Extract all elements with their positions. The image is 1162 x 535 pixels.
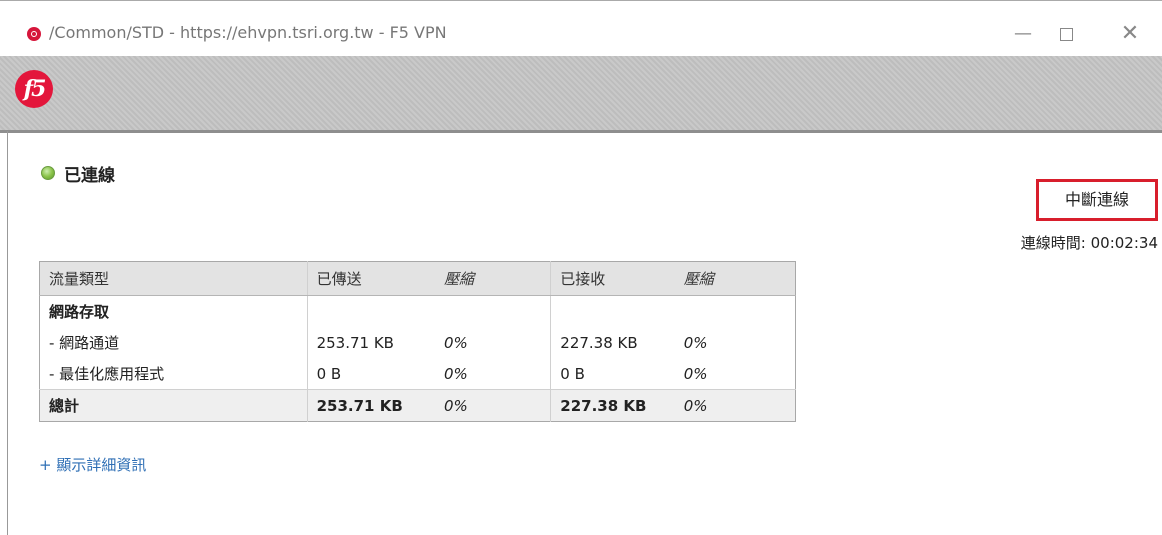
header-traffic-type: 流量類型 [39,261,308,296]
row-sent-compression [435,296,551,328]
total-sent: 253.71 KB [306,389,435,422]
traffic-table: 流量類型 已傳送 壓縮 已接收 壓縮 網路存取 - 網路通道 253.71 KB… [39,261,796,422]
row-sent-compression: 0% [444,333,468,352]
maximize-icon [1059,27,1073,41]
row-received-compression: 0% [683,333,708,352]
row-sent: 0 B [306,358,435,390]
row-type: - 網路通道 [49,334,120,352]
connection-time: 連線時間: 00:02:34 [1020,234,1158,252]
row-received: 0 B [550,358,675,390]
header-banner [0,56,1162,133]
row-received-compression: 0% [683,364,708,383]
table-row: - 最佳化應用程式 0 B 0% 0 B 0% [40,358,796,390]
disconnect-button[interactable]: 中斷連線 [1036,179,1158,221]
total-received: 227.38 KB [550,389,675,422]
total-received-compression: 0% [674,389,796,422]
row-received-compression [675,296,796,328]
f5-logo: f5 [15,70,53,108]
row-sent [306,295,435,327]
content-border [7,131,8,535]
minimize-button[interactable]: — [1003,19,1043,49]
table-row: 網路存取 [40,295,796,328]
row-received: 227.38 KB [550,327,675,358]
total-label: 總計 [39,389,308,422]
header-received-compression: 壓縮 [674,261,796,296]
row-sent: 253.71 KB [306,327,435,358]
table-header-row: 流量類型 已傳送 壓縮 已接收 壓縮 [39,261,796,296]
header-sent-compression: 壓縮 [435,261,551,296]
total-sent-compression: 0% [435,389,551,422]
header-received: 已接收 [550,261,675,296]
table-row: - 網路通道 253.71 KB 0% 227.38 KB 0% [40,327,796,358]
connected-status-icon [41,166,55,180]
row-type: 網路存取 [49,303,110,321]
show-details-link[interactable]: + 顯示詳細資訊 [39,454,146,475]
row-sent-compression: 0% [444,364,468,383]
f5-app-icon [27,27,41,41]
table-total-row: 總計 253.71 KB 0% 227.38 KB 0% [39,389,796,422]
row-received [550,295,675,327]
window-title: /Common/STD - https://ehvpn.tsri.org.tw … [49,23,447,42]
title-bar: /Common/STD - https://ehvpn.tsri.org.tw … [0,0,1162,57]
close-button[interactable]: ✕ [1110,19,1150,49]
connection-status: 已連線 [64,166,115,186]
header-sent: 已傳送 [306,261,435,296]
row-type: - 最佳化應用程式 [49,365,165,383]
maximize-button[interactable] [1046,19,1086,49]
